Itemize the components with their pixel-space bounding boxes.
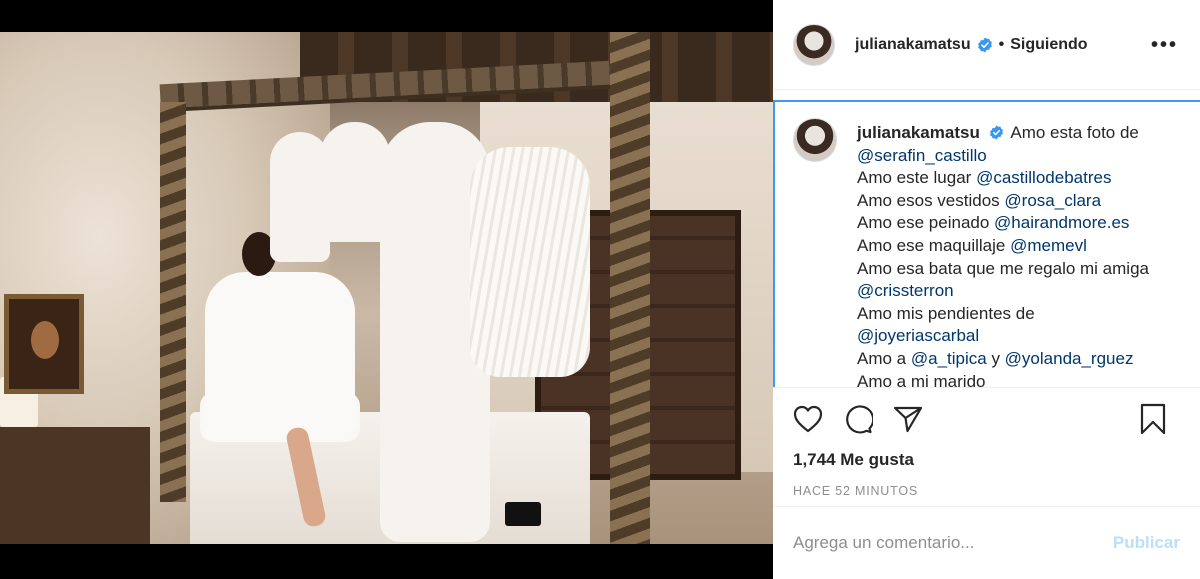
like-button[interactable] (791, 402, 825, 436)
mention-link[interactable]: @yolanda_rguez (1005, 349, 1134, 368)
comment-input[interactable]: Agrega un comentario... (793, 533, 1113, 553)
mention-link[interactable]: @crissterron (857, 281, 954, 300)
paper-plane-icon (893, 406, 923, 433)
heart-icon (793, 405, 823, 433)
painting (4, 294, 84, 394)
post-sidebar: julianakamatsu • Siguiendo ••• julianaka… (773, 0, 1200, 579)
post-header: julianakamatsu • Siguiendo ••• (773, 0, 1200, 90)
save-button[interactable] (1136, 402, 1170, 436)
username-link[interactable]: julianakamatsu (855, 36, 971, 54)
separator-dot: • (998, 35, 1005, 53)
mention-link[interactable]: @rosa_clara (1004, 191, 1101, 210)
publish-button[interactable]: Publicar (1113, 533, 1180, 553)
clutch-bag (505, 502, 541, 526)
likes-count[interactable]: 1,744 Me gusta (773, 450, 1200, 470)
comment-button[interactable] (841, 402, 875, 436)
avatar[interactable] (793, 118, 837, 162)
comment-form: Agrega un comentario... Publicar (773, 506, 1200, 579)
post-image-area[interactable] (0, 0, 773, 579)
caption-text: Amo ese peinado (857, 213, 995, 233)
caption-text: Amo este lugar (857, 168, 977, 188)
feather-dress (470, 147, 590, 377)
mention-link[interactable]: @joyeriascarbal (857, 326, 979, 345)
post-photo[interactable] (0, 32, 773, 544)
verified-badge-icon (989, 125, 1003, 140)
caption-scroll-area[interactable]: julianakamatsu Amo esta foto de @serafin… (773, 100, 1200, 387)
mention-link[interactable]: @memevl (1010, 236, 1087, 255)
mention-link[interactable]: @castillodebatres (976, 168, 1111, 187)
caption-username-link[interactable]: julianakamatsu (857, 123, 980, 142)
mention-link[interactable]: @a_tipica (911, 349, 987, 368)
comment-icon (846, 405, 873, 434)
caption-text: Amo a mi marido (857, 371, 986, 387)
caption-text: Amo ese maquillaje (857, 235, 1011, 255)
caption-text: y (986, 348, 1005, 368)
caption-text: Amo esos vestidos (857, 190, 1005, 210)
post-timestamp[interactable]: HACE 52 MINUTOS (773, 484, 1200, 498)
bookmark-icon (1140, 403, 1166, 435)
more-options-button[interactable]: ••• (1151, 34, 1178, 57)
caption-text: Amo mis pendientes de (857, 303, 1035, 323)
caption: julianakamatsu Amo esta foto de @serafin… (775, 102, 1200, 387)
caption-text: Amo a (857, 348, 911, 368)
mention-link[interactable]: @serafin_castillo (857, 146, 987, 165)
share-button[interactable] (891, 402, 925, 436)
following-button[interactable]: Siguiendo (1010, 36, 1087, 54)
verified-badge-icon (977, 37, 992, 52)
avatar[interactable] (793, 23, 835, 66)
caption-text: Amo esta foto de (1010, 123, 1139, 142)
post-actions: 1,744 Me gusta HACE 52 MINUTOS (773, 387, 1200, 498)
caption-text: Amo esa bata que me regalo mi amiga (857, 258, 1149, 278)
mention-link[interactable]: @hairandmore.es (994, 213, 1129, 232)
